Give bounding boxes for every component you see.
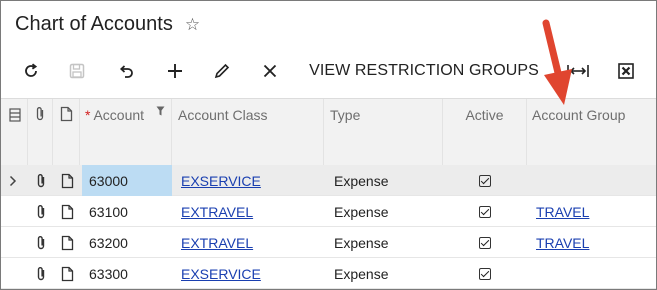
active-checkbox[interactable] bbox=[479, 165, 491, 196]
add-icon[interactable] bbox=[163, 55, 187, 87]
account-header-label: Account bbox=[93, 107, 145, 123]
account-cell[interactable]: 63300 bbox=[82, 258, 172, 289]
accounts-grid: * Account Account Class Type Active Accou… bbox=[1, 98, 656, 289]
account-class-link[interactable]: EXTRAVEL bbox=[181, 227, 253, 258]
export-excel-icon[interactable] bbox=[613, 55, 639, 87]
note-icon[interactable] bbox=[61, 258, 74, 289]
page-title: Chart of Accounts bbox=[15, 12, 173, 35]
note-icon[interactable] bbox=[61, 227, 74, 258]
checkbox-checked-icon bbox=[479, 236, 491, 249]
account-class-link-text[interactable]: EXTRAVEL bbox=[181, 204, 253, 220]
title-row: Chart of Accounts ☆ bbox=[15, 10, 200, 38]
filter-icon[interactable] bbox=[156, 106, 165, 116]
table-row[interactable]: 63300 EXSERVICE Expense bbox=[1, 258, 656, 289]
checkbox-checked-icon bbox=[479, 205, 491, 218]
refresh-icon[interactable] bbox=[19, 55, 43, 87]
view-restriction-groups-label: VIEW RESTRICTION GROUPS bbox=[309, 62, 539, 79]
type-cell: Expense bbox=[334, 234, 389, 251]
account-group-link-text[interactable]: TRAVEL bbox=[536, 235, 589, 251]
favorite-star-icon[interactable]: ☆ bbox=[185, 16, 200, 33]
account-class-link-text[interactable]: EXTRAVEL bbox=[181, 235, 253, 251]
required-asterisk: * bbox=[85, 107, 91, 123]
note-column-header[interactable] bbox=[53, 99, 80, 166]
attachment-icon[interactable] bbox=[35, 196, 47, 227]
account-cell[interactable]: 63000 bbox=[82, 165, 172, 196]
annotation-arrow-icon bbox=[542, 19, 572, 105]
account-class-link[interactable]: EXTRAVEL bbox=[181, 196, 253, 227]
account-group-header-label: Account Group bbox=[532, 107, 626, 123]
account-class-link-text[interactable]: EXSERVICE bbox=[181, 173, 261, 189]
edit-pencil-icon[interactable] bbox=[210, 55, 234, 87]
account-class-header-label: Account Class bbox=[178, 107, 268, 123]
view-restriction-groups-button[interactable]: VIEW RESTRICTION GROUPS bbox=[301, 55, 547, 87]
type-cell: Expense bbox=[334, 265, 389, 282]
account-group-link-text[interactable]: TRAVEL bbox=[536, 204, 589, 220]
checkbox-checked-icon bbox=[479, 267, 491, 280]
note-icon[interactable] bbox=[61, 196, 74, 227]
table-row[interactable]: 63200 EXTRAVEL Expense TRAVEL bbox=[1, 227, 656, 258]
account-group-link[interactable]: TRAVEL bbox=[536, 227, 589, 258]
type-header-label: Type bbox=[330, 107, 361, 123]
delete-icon[interactable] bbox=[258, 55, 282, 87]
active-checkbox[interactable] bbox=[479, 196, 491, 227]
active-header-label: Active bbox=[465, 107, 504, 123]
table-row[interactable]: 63100 EXTRAVEL Expense TRAVEL bbox=[1, 196, 656, 227]
files-column-header[interactable] bbox=[1, 99, 28, 166]
account-group-link[interactable]: TRAVEL bbox=[536, 196, 589, 227]
type-cell: Expense bbox=[334, 172, 389, 189]
account-cell[interactable]: 63200 bbox=[82, 227, 172, 258]
account-class-column-header[interactable]: Account Class bbox=[172, 99, 324, 166]
attachment-icon[interactable] bbox=[35, 227, 47, 258]
account-group-column-header[interactable]: Account Group bbox=[527, 99, 656, 166]
type-cell: Expense bbox=[334, 203, 389, 220]
checkbox-checked-icon bbox=[479, 174, 491, 187]
active-checkbox[interactable] bbox=[479, 227, 491, 258]
attachment-icon[interactable] bbox=[35, 258, 47, 289]
undo-icon[interactable] bbox=[114, 55, 138, 87]
type-column-header[interactable]: Type bbox=[324, 99, 443, 166]
row-selector-chevron-icon[interactable] bbox=[9, 165, 17, 196]
active-column-header[interactable]: Active bbox=[443, 99, 527, 166]
save-icon[interactable] bbox=[65, 55, 89, 87]
note-icon[interactable] bbox=[61, 165, 74, 196]
account-column-header[interactable]: * Account bbox=[80, 99, 172, 166]
account-class-link[interactable]: EXSERVICE bbox=[181, 258, 261, 289]
table-row[interactable]: 63000 EXSERVICE Expense bbox=[1, 165, 656, 196]
attachment-column-header[interactable] bbox=[28, 99, 53, 166]
account-class-link-text[interactable]: EXSERVICE bbox=[181, 266, 261, 282]
account-cell[interactable]: 63100 bbox=[82, 196, 172, 227]
account-class-link[interactable]: EXSERVICE bbox=[181, 165, 261, 196]
active-checkbox[interactable] bbox=[479, 258, 491, 289]
attachment-icon[interactable] bbox=[35, 165, 47, 196]
